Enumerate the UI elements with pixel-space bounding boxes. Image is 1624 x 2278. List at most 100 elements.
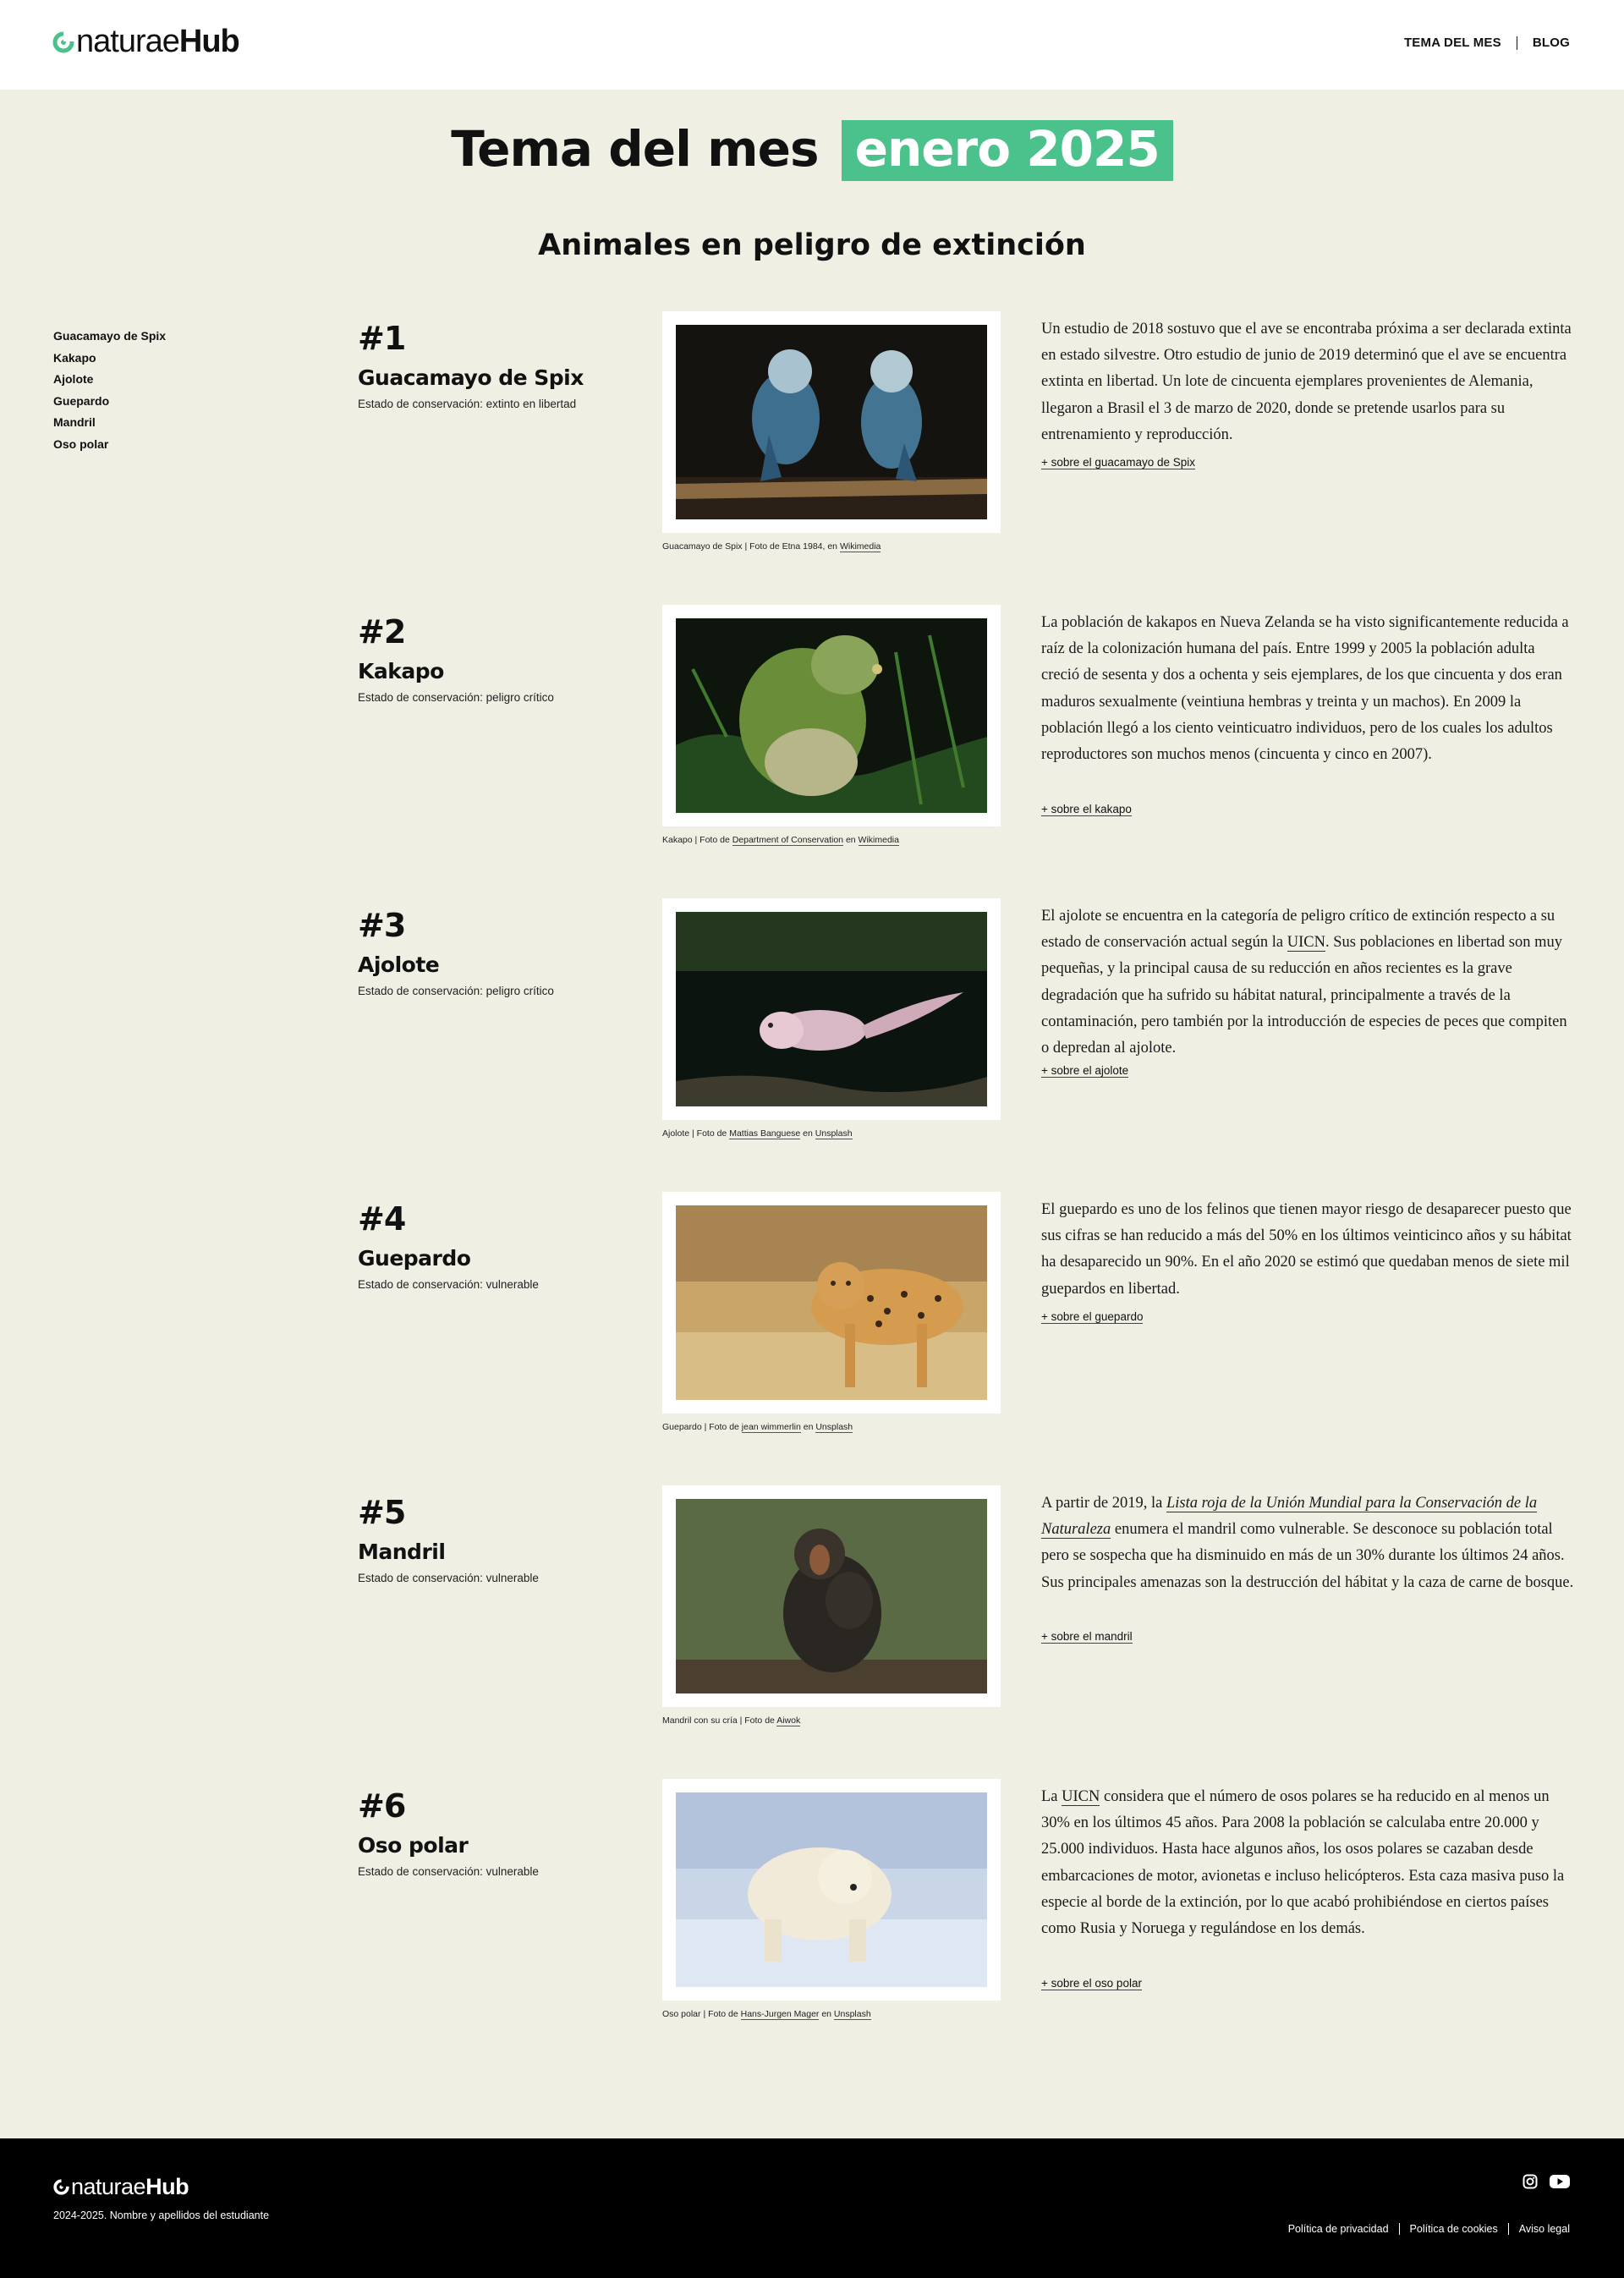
animal-entry: #4 Guepardo Estado de conservación: vuln… <box>0 1192 1624 1454</box>
entry-status: Estado de conservación: vulnerable <box>358 1572 539 1584</box>
caption-text: en <box>819 2009 834 2019</box>
animal-entry: #3 Ajolote Estado de conservación: pelig… <box>0 898 1624 1161</box>
page-title-highlight: enero 2025 <box>841 120 1173 181</box>
more-link[interactable]: + sobre el ajolote <box>1041 1064 1129 1078</box>
axolotl-photo <box>676 912 987 1106</box>
footer-divider <box>1507 2223 1509 2235</box>
entry-description: La población de kakapos en Nueva Zelanda… <box>1041 614 1569 764</box>
nav-link-tema-del-mes[interactable]: TEMA DEL MES <box>1404 36 1501 50</box>
polar-bear-photo <box>676 1792 987 1987</box>
entry-description: El guepardo es uno de los felinos que ti… <box>1041 1201 1572 1298</box>
page-title: Tema del mes enero 2025 <box>0 120 1624 181</box>
uicn-link[interactable]: UICN <box>1287 934 1325 952</box>
footer-divider <box>1398 2223 1400 2235</box>
caption-source-link[interactable]: Wikimedia <box>839 541 881 552</box>
caption-source-link[interactable]: Unsplash <box>833 2009 871 2020</box>
entry-status: Estado de conservación: extinto en liber… <box>358 398 577 410</box>
top-nav: TEMA DEL MES BLOG <box>1404 36 1570 50</box>
entry-status: Estado de conservación: vulnerable <box>358 1278 539 1291</box>
caption-text: Kakapo | Foto de <box>662 835 732 845</box>
animal-entry: #2 Kakapo Estado de conservación: peligr… <box>0 605 1624 867</box>
entry-status: Estado de conservación: peligro crítico <box>358 985 554 997</box>
caption-text: Ajolote | Foto de <box>662 1128 730 1139</box>
caption-source-link[interactable]: Wikimedia <box>858 835 899 846</box>
caption-text: en <box>800 1422 816 1432</box>
caption-author-link[interactable]: Mattias Banguese <box>729 1128 801 1139</box>
desc-text: enumera el mandril como vulnerable. Se d… <box>1041 1521 1574 1591</box>
copyright-text: 2024-2025. Nombre y apellidos del estudi… <box>53 2209 270 2221</box>
photo-caption: Ajolote | Foto de Mattias Banguese en Un… <box>662 1128 853 1139</box>
cookie-policy-link[interactable]: Política de cookies <box>1410 2223 1498 2235</box>
animal-entry: #6 Oso polar Estado de conservación: vul… <box>0 1779 1624 2041</box>
caption-source-link[interactable]: Unsplash <box>815 1422 853 1433</box>
logo-icon <box>52 30 74 52</box>
legal-notice-link[interactable]: Aviso legal <box>1519 2223 1570 2235</box>
entry-number: #2 <box>358 613 406 650</box>
desc-text: considera que el número de osos polares … <box>1041 1788 1565 1938</box>
entry-status: Estado de conservación: peligro crítico <box>358 691 554 704</box>
cheetah-photo <box>676 1205 987 1400</box>
photo-caption: Mandril con su cría | Foto de Aiwok <box>662 1715 801 1726</box>
desc-text: La <box>1041 1788 1062 1805</box>
logo-text-part2: Hub <box>145 2174 189 2199</box>
footer-logo[interactable]: naturae Hub <box>53 2174 189 2200</box>
caption-source-link[interactable]: Unsplash <box>815 1128 853 1139</box>
photo-frame <box>662 605 1001 826</box>
photo-caption: Kakapo | Foto de Department of Conservat… <box>662 835 899 846</box>
privacy-policy-link[interactable]: Política de privacidad <box>1288 2223 1389 2235</box>
caption-author-link[interactable]: jean wimmerlin <box>741 1422 801 1433</box>
site-logo[interactable]: naturae Hub <box>52 24 240 60</box>
caption-text: Guepardo | Foto de <box>662 1422 742 1432</box>
photo-frame <box>662 311 1001 533</box>
kakapo-photo <box>676 618 987 813</box>
caption-author-link[interactable]: Department of Conservation <box>732 835 844 846</box>
parrot-photo <box>676 325 987 519</box>
more-link[interactable]: + sobre el oso polar <box>1041 1977 1142 1990</box>
instagram-icon[interactable] <box>1522 2174 1538 2189</box>
entry-name: Ajolote <box>358 952 440 977</box>
site-header: naturae Hub TEMA DEL MES BLOG <box>0 0 1624 90</box>
caption-text: Oso polar | Foto de <box>662 2009 741 2019</box>
photo-frame <box>662 1485 1001 1707</box>
entry-description: El ajolote se encuentra en la categoría … <box>1041 903 1574 1062</box>
mandrill-photo <box>676 1499 987 1693</box>
logo-text-part2: Hub <box>178 24 240 59</box>
uicn-link[interactable]: UICN <box>1062 1788 1100 1806</box>
youtube-icon[interactable] <box>1550 2174 1570 2189</box>
entry-description: Un estudio de 2018 sostuvo que el ave se… <box>1041 321 1572 443</box>
entry-description: La UICN considera que el número de osos … <box>1041 1784 1574 1942</box>
entry-status: Estado de conservación: vulnerable <box>358 1865 539 1878</box>
caption-author-link[interactable]: Hans-Jurgen Mager <box>740 2009 820 2020</box>
logo-icon <box>53 2179 69 2195</box>
photo-caption: Oso polar | Foto de Hans-Jurgen Mager en… <box>662 2009 871 2020</box>
caption-author-link[interactable]: Aiwok <box>776 1715 801 1726</box>
entry-description: A partir de 2019, la Lista roja de la Un… <box>1041 1490 1574 1596</box>
legal-links: Política de privacidad Política de cooki… <box>1288 2223 1570 2235</box>
photo-frame <box>662 898 1001 1120</box>
entry-name: Guepardo <box>358 1246 471 1271</box>
entry-number: #4 <box>358 1200 406 1238</box>
entry-number: #5 <box>358 1494 406 1531</box>
photo-caption: Guacamayo de Spix | Foto de Etna 1984, e… <box>662 541 881 552</box>
logo-text-part1: naturae <box>71 2174 146 2199</box>
entry-number: #1 <box>358 320 406 357</box>
page-title-text: Tema del mes <box>451 120 819 178</box>
entry-number: #3 <box>358 907 406 944</box>
caption-text: Mandril con su cría | Foto de <box>662 1715 777 1726</box>
desc-text: A partir de 2019, la <box>1041 1495 1166 1512</box>
site-footer: naturae Hub 2024-2025. Nombre y apellidos… <box>0 2138 1624 2278</box>
more-link[interactable]: + sobre el mandril <box>1041 1630 1133 1644</box>
nav-link-blog[interactable]: BLOG <box>1533 36 1570 50</box>
page-subtitle: Animales en peligro de extinción <box>538 228 1086 262</box>
more-link[interactable]: + sobre el guacamayo de Spix <box>1041 456 1195 469</box>
entry-name: Guacamayo de Spix <box>358 365 584 390</box>
photo-frame <box>662 1192 1001 1413</box>
logo-text-part1: naturae <box>76 24 180 59</box>
more-link[interactable]: + sobre el guepardo <box>1041 1310 1144 1324</box>
animal-entry: #1 Guacamayo de Spix Estado de conservac… <box>0 311 1624 574</box>
more-link[interactable]: + sobre el kakapo <box>1041 803 1132 816</box>
caption-text: en <box>843 835 859 845</box>
caption-text: en <box>800 1128 815 1139</box>
entry-name: Mandril <box>358 1540 446 1564</box>
photo-frame <box>662 1779 1001 2001</box>
